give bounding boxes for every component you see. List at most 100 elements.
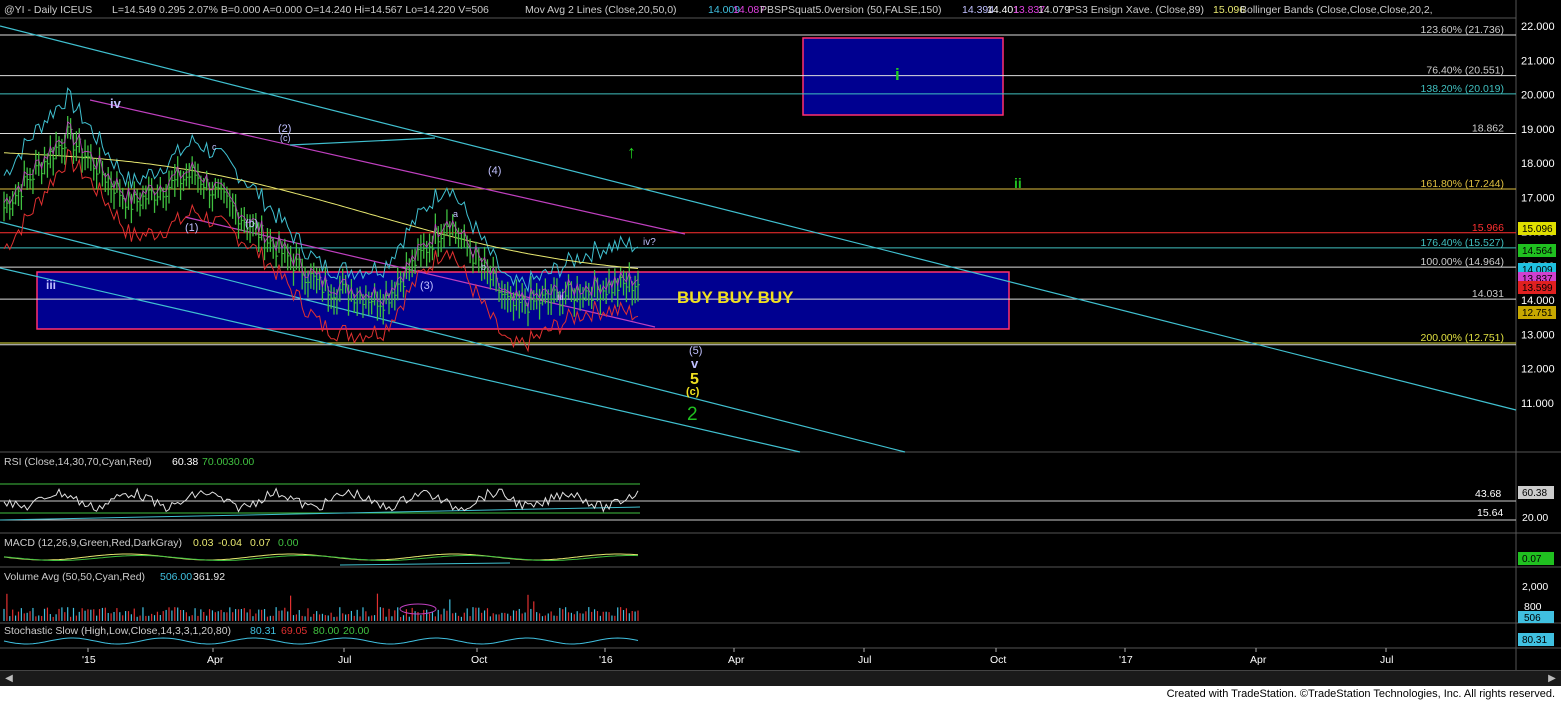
up-arrow-icon: ↑ <box>627 142 636 162</box>
wave-iv-question: iv? <box>643 237 656 248</box>
volume-panel: Volume Avg (50,50,Cyan,Red) 506.00 361.9… <box>3 571 1548 621</box>
wave-b-paren: (b) <box>245 218 258 230</box>
macd-val-2: -0.04 <box>218 537 242 549</box>
time-axis-label: Jul <box>338 654 351 666</box>
fib-level-label: 18.862 <box>1472 123 1504 135</box>
squat-val-4: 14.079 <box>1038 4 1070 16</box>
volume-label: Volume Avg (50,50,Cyan,Red) <box>4 571 145 583</box>
fib-level-label: 161.80% (17.244) <box>1421 178 1504 190</box>
price-axis-tick: 11.000 <box>1521 398 1554 410</box>
wave-c-paren: (c) <box>280 133 291 143</box>
rsi-val: 60.38 <box>172 456 198 468</box>
price-axis-tick: 21.000 <box>1521 55 1555 67</box>
time-axis-label: '15 <box>82 654 96 666</box>
time-axis-label: Oct <box>990 654 1006 666</box>
wave-iii-mid: iii <box>557 292 564 303</box>
time-axis-label: Jul <box>1380 654 1393 666</box>
rsi-axis-2: 15.64 <box>1477 507 1503 519</box>
trend-channels <box>0 25 1517 453</box>
volume-val-2: 361.92 <box>193 571 225 583</box>
fib-level-label: 200.00% (12.751) <box>1421 332 1504 344</box>
macd-val-3: 0.07 <box>250 537 271 549</box>
price-badge: 12.751 <box>1522 308 1553 319</box>
time-axis-label: Oct <box>471 654 487 666</box>
volume-val-1: 506.00 <box>160 571 192 583</box>
macd-val-4: 0.00 <box>278 537 299 549</box>
price-badge: 14.564 <box>1522 246 1553 257</box>
ma-label: Mov Avg 2 Lines (Close,20,50,0) <box>525 4 677 16</box>
tradestation-chart-window: 123.60% (21.736) 76.40% (20.551) 138.20% (… <box>0 0 1561 702</box>
footer-bar: Created with TradeStation. ©TradeStation… <box>0 686 1561 702</box>
rsi-ob: 70.00 <box>202 456 228 468</box>
wave-green-ii: ii <box>1014 175 1022 191</box>
wave-v: v <box>691 356 699 371</box>
rsi-os: 30.00 <box>228 456 254 468</box>
channel-upper-cyan <box>0 25 1517 411</box>
wave-b: b <box>481 262 486 272</box>
indicator-badges: 60.38 0.07 506 80.31 <box>1518 486 1554 646</box>
quote-label: L=14.549 0.295 2.07% B=0.000 A=0.000 O=1… <box>112 4 489 16</box>
horizontal-scrollbar[interactable]: ◀ ▶ <box>0 670 1561 687</box>
wave-2-green: 2 <box>687 404 698 425</box>
chart-header: @YI - Daily ICEUS L=14.549 0.295 2.07% B… <box>4 4 1433 16</box>
time-axis-label: '16 <box>599 654 613 666</box>
price-axis-tick: 17.000 <box>1521 192 1555 204</box>
price-axis-tick: 13.000 <box>1521 329 1555 341</box>
stochastic-panel: Stochastic Slow (High,Low,Close,14,3,3,1… <box>3 625 639 645</box>
buy-text: BUY BUY BUY <box>677 288 794 307</box>
buy-zone-box <box>36 271 1010 330</box>
rsi-badge: 60.38 <box>1522 488 1547 499</box>
stoch-label: Stochastic Slow (High,Low,Close,14,3,3,1… <box>4 625 231 637</box>
price-axis: 22.00021.00020.00019.00018.00017.00016.0… <box>1521 21 1555 410</box>
rsi-panel: RSI (Close,14,30,70,Cyan,Red) 60.38 70.0… <box>0 456 1548 524</box>
wave-iv-left: iv <box>110 96 122 111</box>
wave-c-yellow: (c) <box>686 386 700 398</box>
wave-3-paren: (3) <box>420 280 433 292</box>
rsi-axis-right: 20.00 <box>1522 512 1548 524</box>
stoch-val-3: 80.00 <box>313 625 339 637</box>
fib-level-label: 176.40% (15.527) <box>1421 237 1504 249</box>
channel-short-cyan <box>289 137 436 146</box>
price-axis-tick: 20.000 <box>1521 90 1555 102</box>
macd-label: MACD (12,26,9,Green,Red,DarkGray) <box>4 537 182 549</box>
channel-magenta-top <box>89 99 686 235</box>
bb-label: Bollinger Bands (Close,Close,Close,20,2, <box>1240 4 1433 16</box>
time-axis-label: '17 <box>1119 654 1133 666</box>
target-zone-box <box>802 37 1004 116</box>
volume-badge: 506 <box>1524 613 1541 624</box>
copyright-text: Created with TradeStation. ©TradeStation… <box>1166 688 1555 700</box>
macd-panel: MACD (12,26,9,Green,Red,DarkGray) 0.03 -… <box>3 537 639 566</box>
macd-val-1: 0.03 <box>193 537 214 549</box>
scroll-right-icon[interactable]: ▶ <box>1545 672 1559 686</box>
stoch-val-2: 69.05 <box>281 625 307 637</box>
fib-level-label: 76.40% (20.551) <box>1426 65 1504 77</box>
rsi-axis-1: 43.68 <box>1475 488 1501 500</box>
wave-green-i: i <box>895 65 900 84</box>
time-axis-label: Apr <box>207 654 224 666</box>
stoch-badge: 80.31 <box>1522 635 1547 646</box>
price-axis-tick: 22.000 <box>1521 21 1555 33</box>
fib-level-label: 100.00% (14.964) <box>1421 256 1504 268</box>
fib-level-label: 138.20% (20.019) <box>1421 83 1504 95</box>
ensign-label: PS3 Ensign Xave. (Close,89) <box>1068 4 1204 16</box>
symbol-label: @YI - Daily ICEUS <box>4 4 92 16</box>
price-axis-tick: 14.000 <box>1521 295 1555 307</box>
wave-4-paren: (4) <box>488 165 501 177</box>
wave-c-small: c <box>212 142 217 152</box>
time-axis-label: Jul <box>858 654 871 666</box>
price-badge: 15.096 <box>1522 224 1553 235</box>
wave-a: a <box>453 209 458 219</box>
time-axis-label: Apr <box>1250 654 1267 666</box>
wave-iii-left: iii <box>46 278 56 292</box>
stoch-val-1: 80.31 <box>250 625 276 637</box>
price-axis-tick: 19.000 <box>1521 124 1555 136</box>
price-axis-tick: 18.000 <box>1521 158 1555 170</box>
time-axis: '15 Apr Jul Oct '16 Apr Jul Oct '17 Apr Jul <box>82 648 1393 666</box>
wave-1-paren: (1) <box>185 222 198 234</box>
volume-axis-1: 2,000 <box>1522 581 1548 593</box>
wave-annotations: BUY BUY BUY i ii ↑ iv (2) (c) (1) (b) (3… <box>46 65 1022 425</box>
squat-label: PBSPSquat5.0version (50,FALSE,150) <box>760 4 942 16</box>
scroll-left-icon[interactable]: ◀ <box>2 672 16 686</box>
stoch-val-4: 20.00 <box>343 625 369 637</box>
price-axis-tick: 12.000 <box>1521 364 1555 376</box>
